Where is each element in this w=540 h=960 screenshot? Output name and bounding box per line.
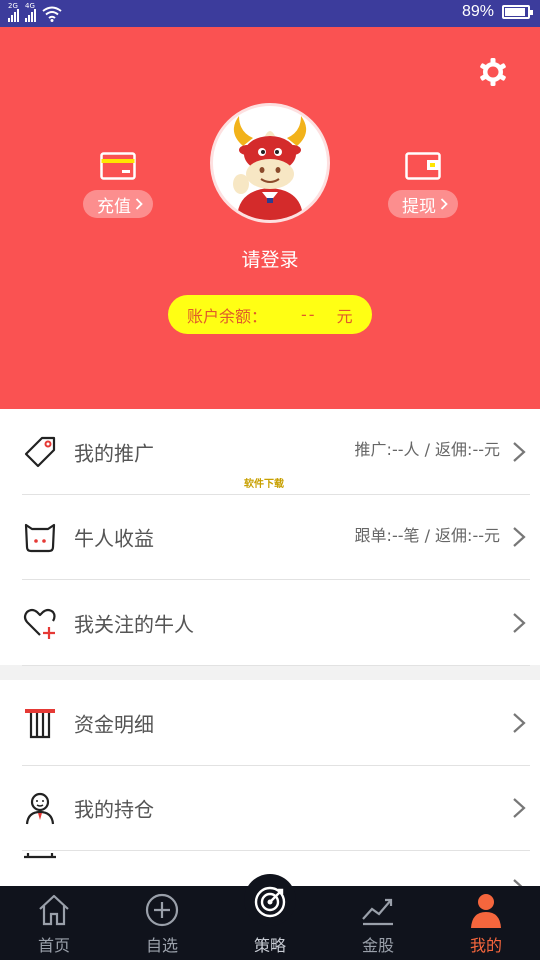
- settings-gear-icon[interactable]: [478, 57, 508, 87]
- bull-face-icon: [24, 524, 56, 553]
- recharge-action[interactable]: 充值: [81, 152, 155, 218]
- menu-group-promotion: 我的推广 推广:--人 / 返佣:--元 软件下载 牛人收益 跟单:--笔 / …: [0, 409, 540, 666]
- battery-icon: [502, 5, 533, 19]
- login-link[interactable]: 请登录: [0, 245, 540, 272]
- card-icon: [100, 152, 136, 180]
- wallet-icon: [405, 152, 441, 180]
- recharge-button[interactable]: 充值: [83, 190, 153, 218]
- status-bar: 2G 4G 89%: [0, 0, 540, 27]
- withdraw-button[interactable]: 提现: [388, 190, 458, 218]
- battery-percent: 89%: [461, 3, 494, 20]
- menu-group-account: 资金明细 我的持仓: [0, 680, 540, 937]
- nav-mine[interactable]: 我的: [432, 886, 540, 960]
- price-tag-icon: [24, 436, 56, 467]
- wifi-icon: [42, 6, 62, 22]
- watermark-logo: 软件下载: [244, 479, 284, 490]
- profile-header: 充值 提现 请登录 账户余额： -- 元: [0, 27, 540, 409]
- earnings-stats: 跟单:--笔 / 返佣:--元: [354, 525, 500, 545]
- plus-circle-icon: [145, 893, 179, 927]
- chevron-right-icon: [513, 712, 526, 733]
- nav-home[interactable]: 首页: [0, 886, 108, 960]
- menu-item-my-positions[interactable]: 我的持仓: [0, 766, 540, 852]
- avatar[interactable]: [210, 103, 330, 223]
- account-balance: 账户余额： -- 元: [168, 295, 372, 334]
- withdraw-action[interactable]: 提现: [386, 152, 460, 218]
- receipt-icon: [25, 708, 55, 738]
- chevron-right-icon: [513, 441, 526, 462]
- promotion-stats: 推广:--人 / 返佣:--元: [354, 440, 500, 459]
- trend-chart-icon: [362, 898, 393, 926]
- balance-unit: 元: [336, 306, 353, 326]
- chevron-right-icon: [513, 798, 526, 819]
- target-icon: [254, 886, 286, 918]
- menu-item-my-promotion[interactable]: 我的推广 推广:--人 / 返佣:--元 软件下载: [0, 409, 540, 495]
- home-icon: [39, 894, 69, 926]
- chevron-right-icon: [513, 612, 526, 633]
- balance-label: 账户余额：: [187, 306, 268, 326]
- balance-value: --: [301, 305, 317, 324]
- heart-plus-icon: [23, 608, 56, 639]
- menu-item-expert-earnings[interactable]: 牛人收益 跟单:--笔 / 返佣:--元: [0, 495, 540, 581]
- nav-golden-stocks[interactable]: 金股: [324, 886, 432, 960]
- nav-watchlist[interactable]: 自选: [108, 886, 216, 960]
- menu-item-fund-details[interactable]: 资金明细: [0, 680, 540, 766]
- signal-icon: 2G: [8, 2, 19, 22]
- signal-icon: 4G: [25, 2, 36, 22]
- chevron-right-icon: [135, 198, 143, 210]
- nav-strategy[interactable]: 策略: [216, 874, 324, 960]
- bull-mascot-icon: [233, 116, 307, 220]
- bottom-nav: 首页 自选 策略 金股 我的: [0, 874, 540, 960]
- calendar-icon: [24, 853, 56, 859]
- chevron-right-icon: [440, 198, 448, 210]
- menu-item-followed-experts[interactable]: 我关注的牛人: [0, 580, 540, 666]
- user-tie-icon: [25, 793, 55, 825]
- chevron-right-icon: [513, 527, 526, 548]
- person-icon: [471, 894, 501, 928]
